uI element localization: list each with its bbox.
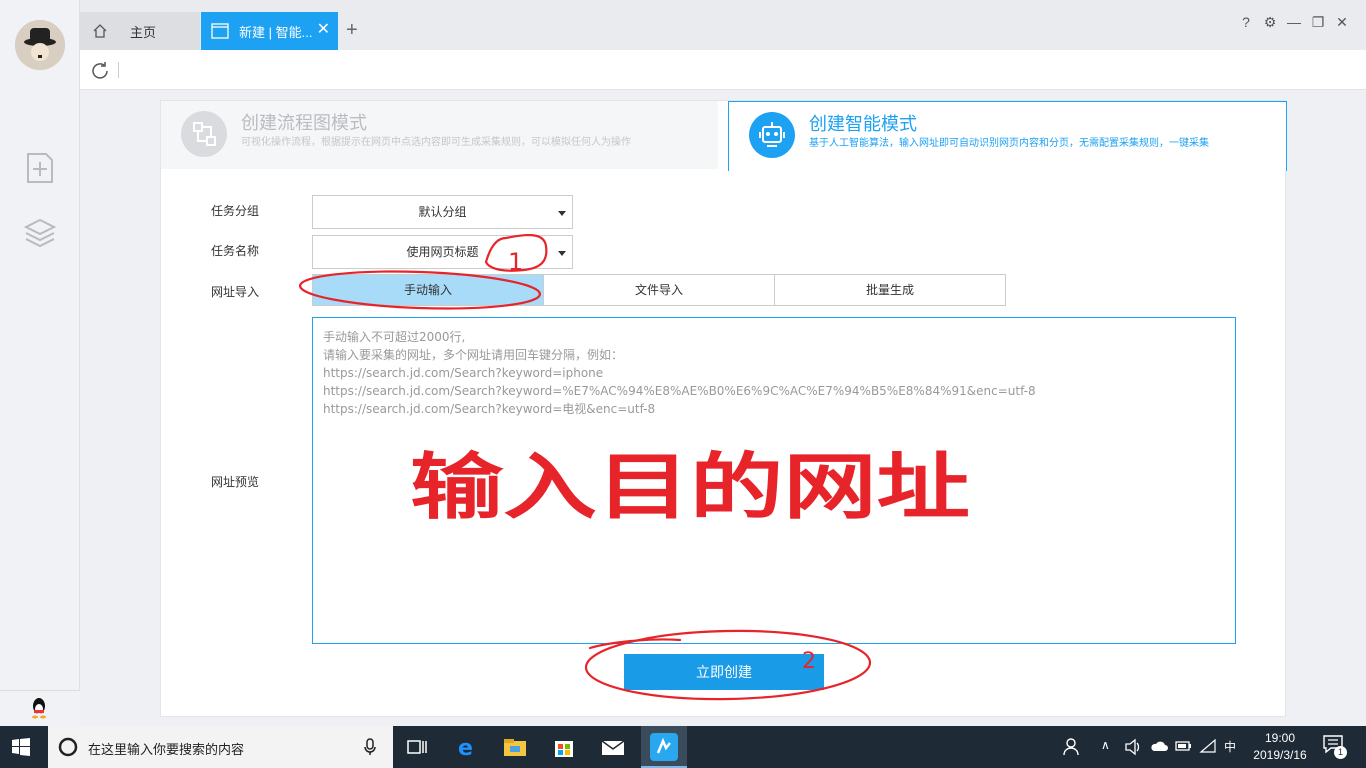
tab-active-label: 新建 | 智能... (239, 24, 313, 40)
url-import-label: 网址导入 (211, 285, 260, 299)
tab-bar: 主页 新建 | 智能... ✕ + ? ⚙ — ❐ ✕ (80, 0, 1366, 50)
mode-smart-desc: 基于人工智能算法，输入网址即可自动识别网页内容和分页，无需配置采集规则，一键采集 (809, 138, 1209, 149)
tab-home-label: 主页 (130, 24, 157, 40)
store-icon[interactable] (549, 732, 579, 762)
user-avatar[interactable] (15, 20, 65, 70)
help-icon[interactable]: ? (1234, 14, 1258, 31)
layers-icon[interactable] (22, 215, 58, 251)
flowchart-icon (181, 111, 227, 157)
taskbar-search[interactable]: 在这里输入你要搜索的内容 (48, 726, 393, 768)
task-view-icon[interactable] (402, 732, 432, 762)
import-manual-button[interactable]: 手动输入 (313, 275, 544, 305)
wifi-icon[interactable] (1199, 738, 1217, 754)
close-window-icon[interactable]: ✕ (1330, 14, 1354, 31)
tray-chevron-up-icon[interactable]: ∧ (1101, 738, 1110, 752)
create-now-button[interactable]: 立即创建 (624, 654, 824, 690)
microphone-icon[interactable] (364, 738, 376, 756)
edge-browser-icon[interactable]: e (452, 732, 482, 762)
mode-flowchart-title: 创建流程图模式 (241, 113, 367, 133)
home-icon (93, 24, 107, 38)
tab-home[interactable]: 主页 (80, 12, 200, 50)
windows-start-icon[interactable] (12, 738, 30, 756)
notification-center[interactable]: 1 (1322, 734, 1350, 760)
clock-date: 2019/3/16 (1253, 748, 1307, 762)
url-input-textarea[interactable]: 手动输入不可超过2000行, 请输入要采集的网址，多个网址请用回车键分隔，例如：… (312, 317, 1236, 644)
import-mode-segmented: 手动输入 文件导入 批量生成 (312, 274, 1006, 306)
restore-icon[interactable]: ❐ (1306, 14, 1330, 31)
import-file-button[interactable]: 文件导入 (544, 275, 775, 305)
taskbar-clock[interactable]: 19:00 2019/3/16 (1250, 730, 1310, 764)
new-task-icon[interactable] (22, 150, 58, 186)
cortana-icon (58, 737, 78, 757)
robot-icon (749, 112, 795, 158)
mail-icon[interactable] (598, 732, 628, 762)
chevron-down-icon (558, 251, 566, 256)
mode-smart-title: 创建智能模式 (809, 114, 917, 134)
gear-icon[interactable]: ⚙ (1258, 14, 1282, 31)
task-group-value: 默认分组 (418, 205, 467, 219)
sidebar-bottom (0, 690, 80, 726)
taskbar-octoparse-app[interactable] (641, 726, 687, 768)
task-name-label: 任务名称 (211, 244, 260, 258)
task-group-label: 任务分组 (211, 204, 260, 218)
octoparse-icon (650, 733, 678, 761)
window-icon (211, 23, 229, 39)
cloud-icon[interactable] (1149, 738, 1169, 754)
refresh-icon[interactable] (90, 60, 110, 80)
mode-flowchart-desc: 可视化操作流程，根据提示在网页中点选内容即可生成采集规则，可以模拟任何人为操作 (241, 137, 631, 148)
svg-text:e: e (458, 736, 473, 761)
people-icon[interactable] (1062, 736, 1084, 758)
tab-new-smart[interactable]: 新建 | 智能... ✕ (201, 12, 338, 50)
clock-time: 19:00 (1264, 731, 1296, 745)
create-task-panel: 创建流程图模式 可视化操作流程，根据提示在网页中点选内容即可生成采集规则，可以模… (160, 100, 1287, 717)
address-bar (80, 50, 1366, 90)
left-sidebar (0, 0, 80, 726)
battery-icon[interactable] (1174, 738, 1192, 754)
file-explorer-icon[interactable] (500, 732, 530, 762)
minimize-icon[interactable]: — (1282, 14, 1306, 31)
windows-taskbar: 在这里输入你要搜索的内容 e ∧ 中 19:00 2019/3/16 1 (0, 726, 1366, 768)
chevron-down-icon (558, 211, 566, 216)
taskbar-search-placeholder: 在这里输入你要搜索的内容 (88, 742, 245, 757)
import-batch-button[interactable]: 批量生成 (775, 275, 1005, 305)
url-preview-label: 网址预览 (211, 475, 260, 489)
address-separator (118, 62, 119, 78)
ime-indicator[interactable]: 中 (1224, 738, 1236, 755)
task-name-value: 使用网页标题 (406, 245, 479, 259)
task-group-select[interactable]: 默认分组 (312, 195, 573, 229)
window-controls: ? ⚙ — ❐ ✕ (1234, 14, 1354, 31)
qq-icon[interactable] (30, 697, 48, 719)
close-icon[interactable]: ✕ (317, 22, 330, 38)
mode-smart[interactable]: 创建智能模式 基于人工智能算法，输入网址即可自动识别网页内容和分页，无需配置采集… (728, 101, 1287, 171)
task-name-select[interactable]: 使用网页标题 (312, 235, 573, 269)
mode-flowchart[interactable]: 创建流程图模式 可视化操作流程，根据提示在网页中点选内容即可生成采集规则，可以模… (161, 101, 718, 169)
add-tab-button[interactable]: + (346, 20, 358, 40)
notification-count-badge: 1 (1334, 746, 1347, 759)
volume-icon[interactable] (1124, 738, 1142, 756)
